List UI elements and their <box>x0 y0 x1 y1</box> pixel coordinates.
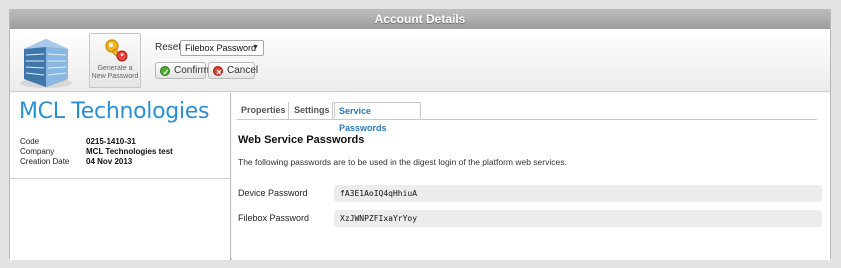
filebox-password-value[interactable]: XzJWNPZFIxaYrYoy <box>334 210 822 227</box>
filebox-password-label: Filebox Password <box>238 213 310 223</box>
info-label: Company <box>20 147 55 156</box>
info-row-creation-date: Creation Date 04 Nov 2013 <box>20 157 225 167</box>
info-value: 0215-1410-31 <box>86 137 136 146</box>
info-value: MCL Technologies test <box>86 147 173 156</box>
company-name-heading: MCL Technologies <box>19 99 210 124</box>
divider <box>10 178 230 179</box>
tab-settings[interactable]: Settings <box>290 102 333 119</box>
company-info-list: Code 0215-1410-31 Company MCL Technologi… <box>20 137 225 167</box>
company-summary-panel: MCL Technologies Code 0215-1410-31 Compa… <box>10 93 231 260</box>
info-row-code: Code 0215-1410-31 <box>20 137 225 147</box>
reset-select[interactable]: Filebox Password ▼ <box>180 40 264 56</box>
cancel-label: Cancel <box>227 65 259 76</box>
reset-select-value: Filebox Password <box>185 43 257 53</box>
building-icon <box>20 39 72 88</box>
confirm-button[interactable]: ✓ Confirm <box>155 62 210 79</box>
key-icon: * <box>105 39 128 62</box>
section-title: Web Service Passwords <box>238 134 365 146</box>
cancel-button[interactable]: ✕ Cancel <box>208 62 259 79</box>
tab-service-passwords[interactable]: Service Passwords <box>334 102 421 133</box>
device-password-value[interactable]: fA3E1AoIQ4qHhiuA <box>334 185 822 202</box>
info-row-company: Company MCL Technologies test <box>20 147 225 157</box>
window-title: Account Details <box>10 10 830 29</box>
toolbar: * Generate a New Password Reset Filebox … <box>10 29 830 92</box>
info-label: Code <box>20 137 40 146</box>
tab-properties[interactable]: Properties <box>237 102 289 119</box>
cancel-icon: ✕ <box>213 66 223 77</box>
tab-underline <box>237 119 817 120</box>
check-icon: ✓ <box>160 66 170 77</box>
account-details-window: Account Details * Generate a New Passwor… <box>9 9 831 260</box>
filebox-password-row: Filebox Password XzJWNPZFIxaYrYoy <box>238 210 824 227</box>
device-password-label: Device Password <box>238 188 308 198</box>
chevron-down-icon: ▼ <box>252 44 259 51</box>
info-value: 04 Nov 2013 <box>86 157 133 166</box>
generate-new-password-button[interactable]: * Generate a New Password <box>89 33 141 88</box>
details-panel: Properties Settings Service Passwords We… <box>232 93 830 260</box>
reset-label: Reset <box>155 42 182 53</box>
generate-button-label: Generate a New Password <box>90 65 140 81</box>
info-label: Creation Date <box>20 157 70 166</box>
confirm-label: Confirm <box>174 65 210 76</box>
generate-label-line1: Generate a <box>97 65 133 72</box>
device-password-row: Device Password fA3E1AoIQ4qHhiuA <box>238 185 824 202</box>
generate-label-line2: New Password <box>91 73 139 80</box>
section-description: The following passwords are to be used i… <box>238 157 567 167</box>
